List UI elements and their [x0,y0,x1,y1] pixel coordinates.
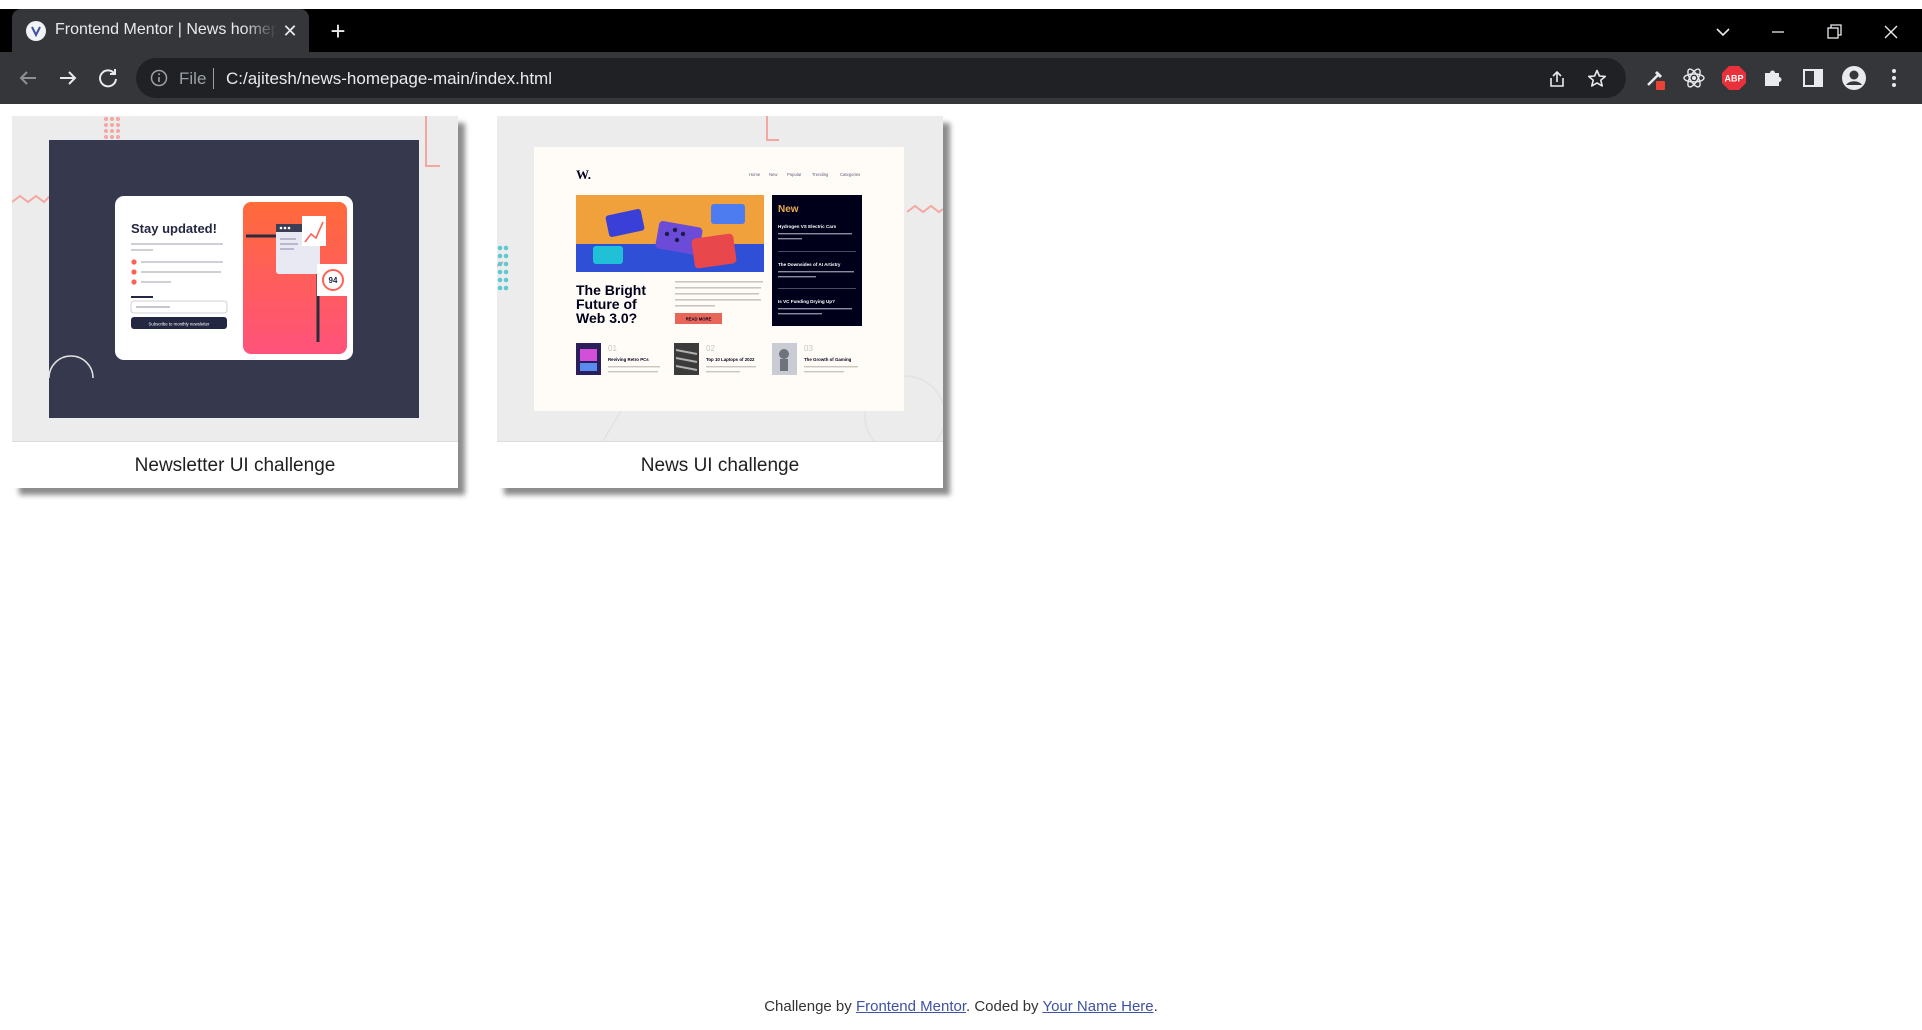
news-bottom-num-3: 03 [804,344,813,353]
news-new-item-3: Is VC Funding Drying Up? [778,299,835,304]
url-scheme-label: File [179,69,207,88]
card-caption[interactable]: Newsletter UI challenge [12,441,458,489]
newsletter-score-badge: 94 [329,276,338,285]
news-nav-popular: Popular [787,172,802,177]
profile-icon[interactable] [1840,64,1868,92]
news-new-item-2: The Downsides of AI Artistry [778,262,841,267]
share-icon[interactable] [1546,68,1568,90]
puzzle-extensions-icon[interactable] [1759,64,1787,92]
url-text[interactable]: C:/ajitesh/news-homepage-main/index.html [226,69,552,89]
forward-arrow-icon[interactable] [54,64,82,92]
restore-window-button[interactable] [1819,17,1849,47]
news-bottom-num-1: 01 [608,344,617,353]
news-challenge-card[interactable]: W. Home New Popular Trending Categories … [497,116,943,488]
news-preview-image: W. Home New Popular Trending Categories … [497,116,943,441]
adblock-plus-icon[interactable]: ABP [1720,64,1748,92]
author-link[interactable]: Your Name Here [1042,998,1153,1015]
address-bar[interactable]: File C:/ajitesh/news-homepage-main/index… [136,58,1626,98]
close-window-button[interactable] [1876,17,1906,47]
news-new-item-1: Hydrogen VS Electric Cars [778,224,837,229]
adblock-plus-label: ABP [1724,74,1743,84]
frontend-mentor-favicon-icon [26,21,46,41]
window-top-edge [0,0,1922,9]
news-new-label: New [778,204,799,215]
menu-kebab-icon[interactable] [1880,64,1908,92]
minimize-window-button[interactable] [1763,17,1793,47]
url-separator [213,68,214,89]
news-bottom-title-2: Top 10 Laptops of 2022 [706,357,755,362]
footer-suffix: . [1153,998,1158,1015]
tab-search-chevron-down-icon[interactable] [1708,17,1738,47]
news-bottom-title-3: The Growth of Gaming [804,357,852,362]
tab-title: Frontend Mentor | News homepage [55,21,277,38]
browser-tab[interactable]: Frontend Mentor | News homepage ✕ [12,9,309,52]
news-nav-home: Home [749,172,761,177]
card-caption[interactable]: News UI challenge [497,441,943,489]
newsletter-challenge-card[interactable]: Stay updated! Subscribe to monthly newsl… [12,116,458,488]
news-nav-new: New [769,172,778,177]
attribution-footer: Challenge by Frontend Mentor. Coded by Y… [0,998,1922,1015]
news-bottom-num-2: 02 [706,344,715,353]
footer-prefix: Challenge by [764,998,856,1015]
bookmark-star-icon[interactable] [1586,68,1608,90]
newsletter-preview-image: Stay updated! Subscribe to monthly newsl… [12,116,458,441]
frontend-mentor-link[interactable]: Frontend Mentor [856,998,966,1015]
news-bottom-title-1: Reviving Retro PCs [608,357,649,362]
news-read-more-button: READ MORE [686,317,712,322]
news-nav-categories: Categories [840,172,860,177]
react-devtools-icon[interactable] [1680,64,1708,92]
close-tab-icon[interactable]: ✕ [280,21,300,41]
newsletter-heading: Stay updated! [131,221,217,236]
site-info-icon[interactable] [150,69,168,92]
footer-middle: . Coded by [966,998,1043,1015]
news-logo: W. [576,167,591,182]
new-tab-button[interactable]: + [325,18,351,45]
tab-strip: Frontend Mentor | News homepage ✕ + [0,9,1922,52]
back-arrow-icon[interactable] [14,64,42,92]
eyedropper-icon[interactable] [1641,64,1669,92]
browser-toolbar: File C:/ajitesh/news-homepage-main/index… [0,52,1922,104]
reload-icon[interactable] [94,64,122,92]
news-nav-trending: Trending [812,172,829,177]
side-panel-icon[interactable] [1799,64,1827,92]
newsletter-subscribe-button: Subscribe to monthly newsletter [149,322,210,327]
